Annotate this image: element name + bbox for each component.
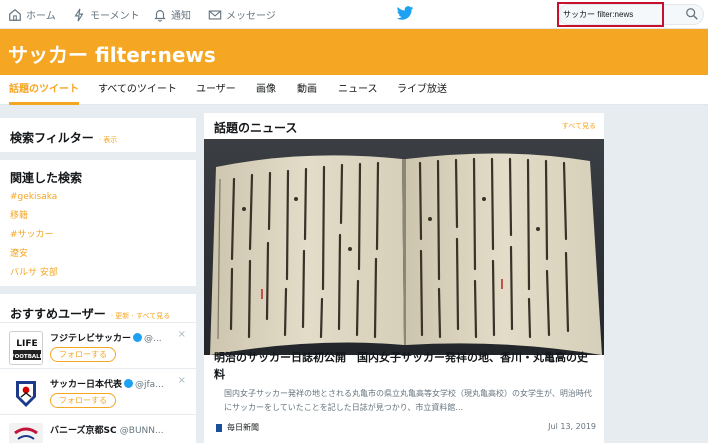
nav-moments[interactable]: モーメント [72,0,140,29]
lightning-icon [74,8,84,21]
recommended-user-name[interactable]: フジテレビサッカー @... [50,331,162,344]
svg-text:FOOTBALL: FOOTBALL [11,354,43,360]
related-search-link[interactable]: #サッカー [10,227,186,240]
tab-live[interactable]: ライブ放送 [397,75,447,105]
news-image[interactable] [204,139,604,355]
svg-text:LIFE: LIFE [16,339,37,349]
dismiss-icon[interactable]: × [178,329,186,340]
search-filters-title: 検索フィルター [10,131,94,145]
news-summary: 国内女子サッカー発祥の地とされる丸亀市の県立丸亀高等女学校（現丸亀高校）の女学生… [224,389,592,412]
trending-news-card: 話題のニュース すべて見る 明治のサッカー日誌初公開 国内女子サッカー発祥の地、… [204,113,604,443]
search-filters-card: 検索フィルター · 表示 [0,118,196,152]
home-icon [9,8,21,21]
related-search-link[interactable]: バルサ 安部 [10,265,186,278]
verified-badge-icon [133,333,143,342]
top-navigation-bar: ホーム モーメント 通知 メッセージ [0,0,708,29]
life-football-logo: LIFE FOOTBALL [10,332,43,364]
news-headline[interactable]: 明治のサッカー日誌初公開 国内女子サッカー発祥の地、香川・丸亀高の史料 [214,349,598,383]
related-search-link[interactable]: 遼安 [10,246,186,259]
related-search-link[interactable]: #gekisaka [10,192,186,202]
follow-button[interactable]: フォローする [50,393,116,408]
newspaper-icon [216,423,222,432]
bunnys-logo [14,427,38,440]
related-search-link[interactable]: 移籍 [10,208,186,221]
search-icon[interactable] [685,7,699,21]
envelope-icon [208,9,222,20]
search-filters-show-link[interactable]: · 表示 [99,136,117,144]
recommended-users-links[interactable]: · 更新 · すべて見る [111,312,170,320]
search-banner: サッカー filter:news [0,29,708,75]
twitter-bird-icon[interactable] [396,6,414,21]
avatar[interactable] [9,423,43,443]
bell-icon [154,9,166,22]
tab-top[interactable]: 話題のツイート [9,75,79,105]
tab-latest[interactable]: すべてのツイート [98,75,177,105]
nav-messages[interactable]: メッセージ [208,0,276,29]
news-date: Jul 13, 2019 [548,422,596,431]
related-searches-card: 関連した検索 #gekisaka 移籍 #サッカー 遼安 バルサ 安部 [0,160,196,286]
search-query-title: サッカー filter:news [8,43,216,67]
recommended-user-row[interactable]: LIFE FOOTBALL フジテレビサッカー @... フォローする × [0,322,196,368]
tab-users[interactable]: ユーザー [196,75,236,105]
related-searches-title: 関連した検索 [10,171,83,185]
tab-images[interactable]: 画像 [256,75,276,105]
avatar[interactable]: LIFE FOOTBALL [9,331,43,365]
see-all-link[interactable]: すべて見る [562,121,596,131]
recommended-users-title: おすすめユーザー [10,307,106,321]
recommended-user-row[interactable]: サッカー日本代表 @jfa... フォローする × [0,368,196,414]
nav-home[interactable]: ホーム [8,0,56,29]
recommended-user-row[interactable]: バニーズ京都SC @BUNN... [0,414,196,443]
search-tabs: 話題のツイート すべてのツイート ユーザー 画像 動画 ニュース ライブ放送 [0,75,708,105]
dismiss-icon[interactable]: × [178,375,186,386]
jfa-emblem [16,381,36,407]
follow-button[interactable]: フォローする [50,347,116,362]
recommended-user-name[interactable]: サッカー日本代表 @jfa... [50,377,164,390]
avatar[interactable] [9,377,43,411]
verified-badge-icon [124,379,134,388]
nav-notifications[interactable]: 通知 [153,0,191,29]
trending-news-heading: 話題のニュース [214,121,298,135]
recommended-users-card: おすすめユーザー · 更新 · すべて見る LIFE FOOTBALL フジテレ… [0,294,196,443]
tab-news[interactable]: ニュース [338,75,378,105]
news-source[interactable]: 毎日新聞 [216,422,259,433]
old-diary-photo [204,139,604,355]
recommended-user-name[interactable]: バニーズ京都SC @BUNN... [50,423,164,436]
search-highlight-box [557,2,664,27]
tab-videos[interactable]: 動画 [297,75,317,105]
